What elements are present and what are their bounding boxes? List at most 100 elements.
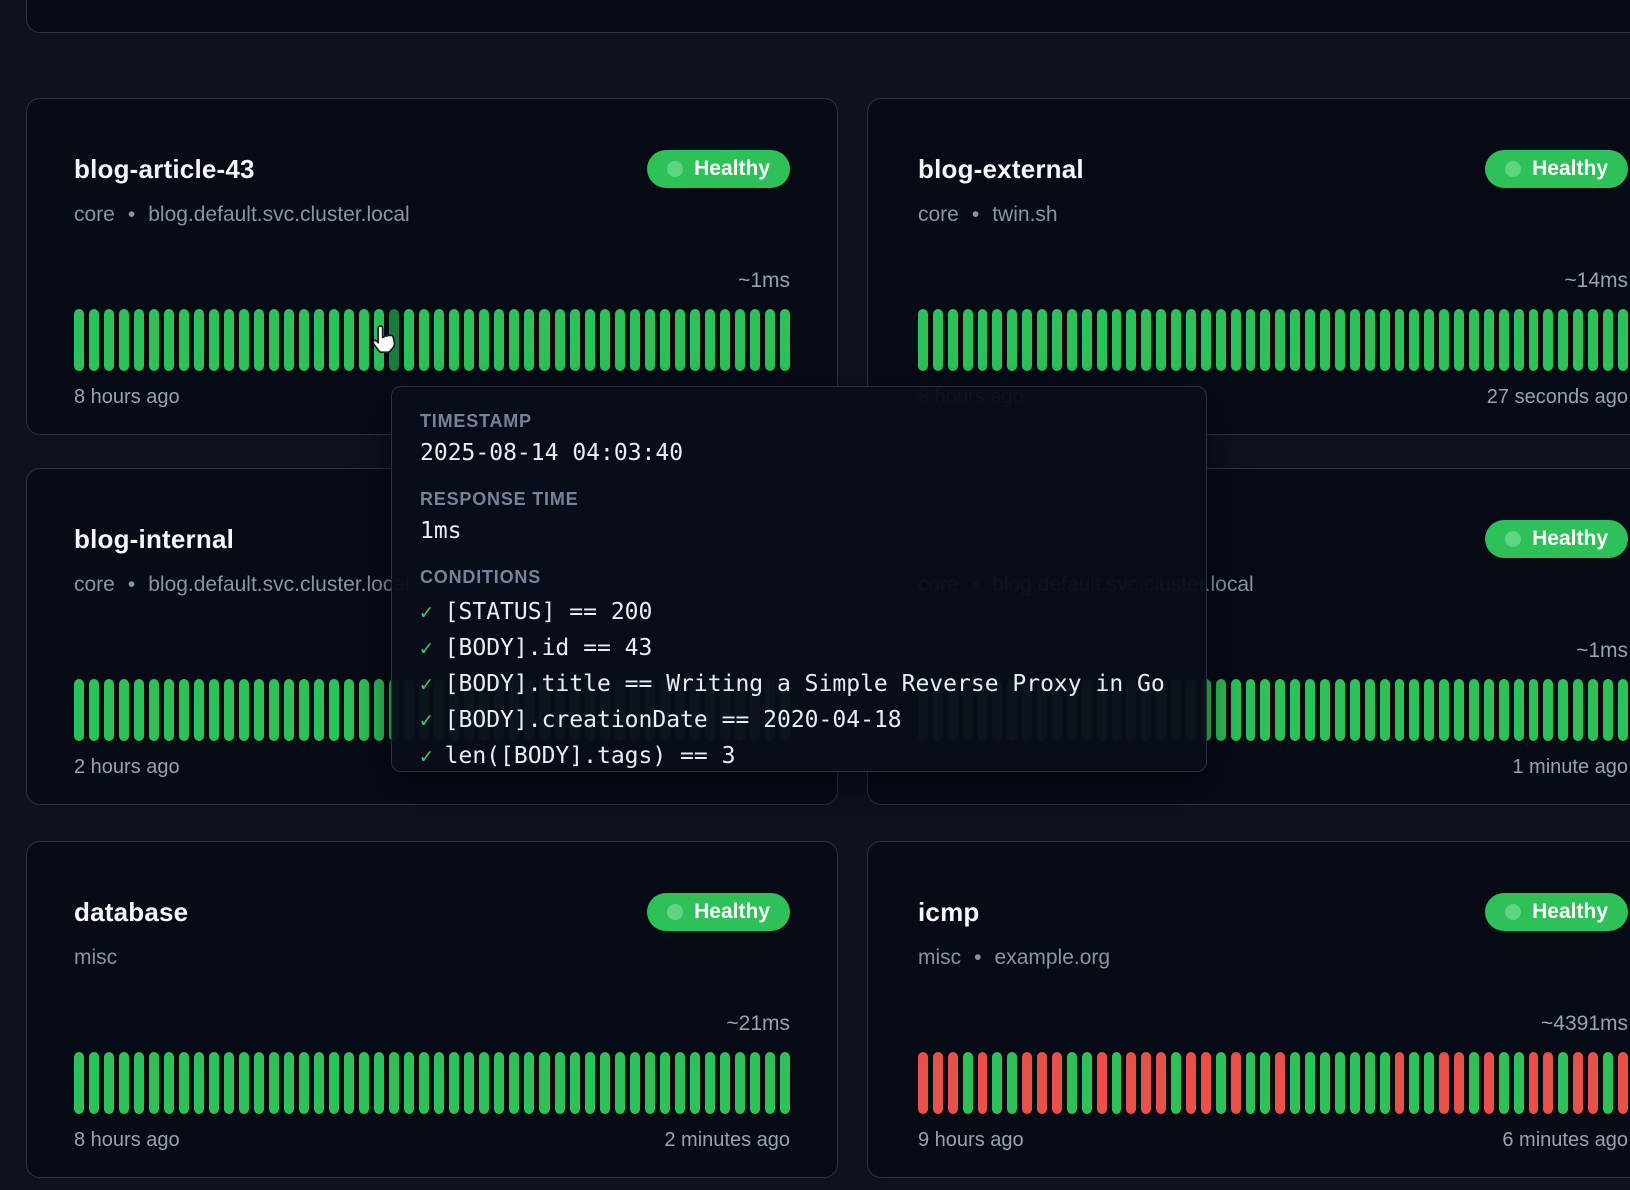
uptime-bar[interactable] <box>1126 1052 1136 1114</box>
uptime-bar[interactable] <box>164 309 174 371</box>
uptime-bar[interactable] <box>434 1052 444 1114</box>
uptime-bar[interactable] <box>978 309 988 371</box>
uptime-bar[interactable] <box>404 1052 414 1114</box>
uptime-bar[interactable] <box>1603 1052 1613 1114</box>
uptime-bar[interactable] <box>720 1052 730 1114</box>
uptime-bar[interactable] <box>1186 309 1196 371</box>
uptime-bar[interactable] <box>89 309 99 371</box>
uptime-bar[interactable] <box>149 1052 159 1114</box>
uptime-bar[interactable] <box>948 309 958 371</box>
uptime-bar[interactable] <box>1126 309 1136 371</box>
uptime-bar[interactable] <box>1082 309 1092 371</box>
uptime-bar[interactable] <box>1275 1052 1285 1114</box>
uptime-bar[interactable] <box>1499 1052 1509 1114</box>
uptime-bar[interactable] <box>74 679 84 741</box>
uptime-bar[interactable] <box>570 1052 580 1114</box>
endpoint-card-database[interactable]: databaseHealthymisc~21ms8 hours ago2 min… <box>26 841 838 1178</box>
uptime-bar[interactable] <box>494 1052 504 1114</box>
uptime-bar[interactable] <box>1499 309 1509 371</box>
uptime-bar[interactable] <box>1290 309 1300 371</box>
uptime-bar[interactable] <box>89 679 99 741</box>
uptime-bar[interactable] <box>1603 679 1613 741</box>
uptime-bar[interactable] <box>735 1052 745 1114</box>
uptime-bar[interactable] <box>284 679 294 741</box>
uptime-bar[interactable] <box>1097 309 1107 371</box>
uptime-bar[interactable] <box>179 1052 189 1114</box>
uptime-bar[interactable] <box>179 309 189 371</box>
uptime-bar[interactable] <box>645 1052 655 1114</box>
uptime-bar[interactable] <box>524 309 534 371</box>
uptime-bar[interactable] <box>359 679 369 741</box>
uptime-bar[interactable] <box>1246 309 1256 371</box>
uptime-bar[interactable] <box>780 1052 790 1114</box>
uptime-bar[interactable] <box>1007 1052 1017 1114</box>
uptime-bar[interactable] <box>1469 1052 1479 1114</box>
uptime-bar[interactable] <box>194 679 204 741</box>
endpoint-card-icmp[interactable]: icmpHealthymisc•example.org~4391ms9 hour… <box>867 841 1630 1178</box>
uptime-bar[interactable] <box>1112 1052 1122 1114</box>
uptime-bar[interactable] <box>254 309 264 371</box>
uptime-bar[interactable] <box>314 679 324 741</box>
uptime-bar[interactable] <box>660 309 670 371</box>
uptime-bar[interactable] <box>1469 309 1479 371</box>
uptime-bar[interactable] <box>1275 679 1285 741</box>
uptime-bar[interactable] <box>1514 1052 1524 1114</box>
uptime-bar[interactable] <box>992 309 1002 371</box>
uptime-bar[interactable] <box>404 309 414 371</box>
uptime-bar[interactable] <box>464 1052 474 1114</box>
uptime-bar[interactable] <box>1439 679 1449 741</box>
uptime-bar[interactable] <box>1067 309 1077 371</box>
uptime-bar[interactable] <box>1320 309 1330 371</box>
uptime-bar[interactable] <box>1424 679 1434 741</box>
uptime-bar[interactable] <box>134 1052 144 1114</box>
uptime-bar[interactable] <box>314 309 324 371</box>
uptime-bar[interactable] <box>1007 309 1017 371</box>
uptime-bar[interactable] <box>1543 679 1553 741</box>
uptime-bar[interactable] <box>74 1052 84 1114</box>
uptime-bar[interactable] <box>374 1052 384 1114</box>
uptime-bar[interactable] <box>164 1052 174 1114</box>
uptime-bar[interactable] <box>209 309 219 371</box>
uptime-bar[interactable] <box>1380 679 1390 741</box>
uptime-bar[interactable] <box>780 309 790 371</box>
uptime-bar[interactable] <box>284 1052 294 1114</box>
uptime-bar[interactable] <box>1573 309 1583 371</box>
uptime-bar[interactable] <box>329 679 339 741</box>
uptime-bar[interactable] <box>918 1052 928 1114</box>
uptime-bar[interactable] <box>933 309 943 371</box>
uptime-bar[interactable] <box>1603 309 1613 371</box>
uptime-bar[interactable] <box>449 1052 459 1114</box>
uptime-bar[interactable] <box>149 679 159 741</box>
uptime-bar[interactable] <box>89 1052 99 1114</box>
uptime-bar[interactable] <box>344 309 354 371</box>
uptime-bar[interactable] <box>119 309 129 371</box>
uptime-bar[interactable] <box>963 1052 973 1114</box>
uptime-bar[interactable] <box>1618 1052 1628 1114</box>
uptime-bar[interactable] <box>585 1052 595 1114</box>
uptime-bar[interactable] <box>224 1052 234 1114</box>
uptime-bar[interactable] <box>1573 679 1583 741</box>
uptime-bar[interactable] <box>1618 679 1628 741</box>
uptime-bar[interactable] <box>750 1052 760 1114</box>
uptime-bar[interactable] <box>600 309 610 371</box>
uptime-bar[interactable] <box>224 309 234 371</box>
uptime-bar[interactable] <box>1484 1052 1494 1114</box>
uptime-bar[interactable] <box>239 679 249 741</box>
uptime-bar[interactable] <box>1290 1052 1300 1114</box>
uptime-bar[interactable] <box>254 1052 264 1114</box>
uptime-bar[interactable] <box>1558 309 1568 371</box>
uptime-bar[interactable] <box>1543 1052 1553 1114</box>
uptime-bar[interactable] <box>1573 1052 1583 1114</box>
uptime-bar[interactable] <box>119 679 129 741</box>
uptime-bar[interactable] <box>555 309 565 371</box>
uptime-bar[interactable] <box>134 679 144 741</box>
uptime-bar[interactable] <box>209 679 219 741</box>
endpoint-card-blog-article-43[interactable]: blog-article-43Healthycore•blog.default.… <box>26 98 838 435</box>
uptime-bar[interactable] <box>1260 309 1270 371</box>
uptime-bar[interactable] <box>1082 1052 1092 1114</box>
uptime-bar[interactable] <box>164 679 174 741</box>
uptime-bar[interactable] <box>1335 679 1345 741</box>
uptime-bar[interactable] <box>1156 1052 1166 1114</box>
uptime-bar[interactable] <box>933 1052 943 1114</box>
uptime-bar[interactable] <box>1469 679 1479 741</box>
